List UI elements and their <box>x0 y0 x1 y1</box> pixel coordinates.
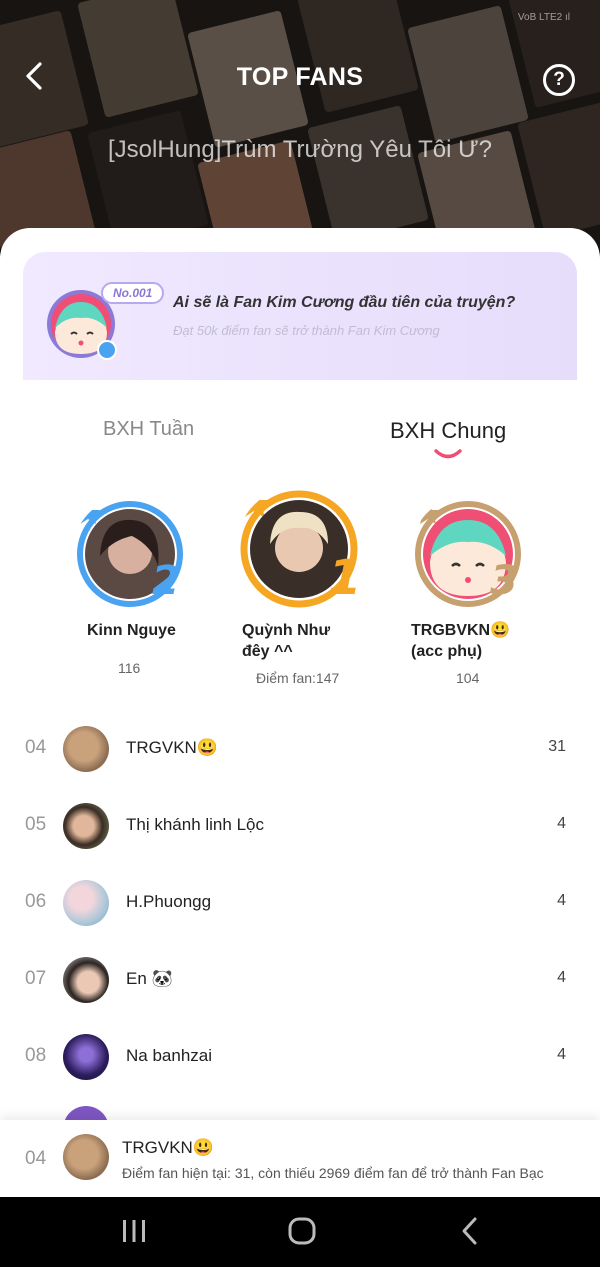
my-avatar <box>63 1134 109 1180</box>
list-item[interactable]: 08 Na banhzai 4 <box>0 1028 600 1088</box>
fan-name: Thị khánh linh Lộc <box>126 815 264 834</box>
podium-name-1-line2: đêy ^^ <box>242 643 293 660</box>
fan-name: TRGVKN😃 <box>126 738 219 757</box>
diamond-fan-banner[interactable]: No.001 Ai sẽ là Fan Kim Cương đầu tiên c… <box>23 252 577 380</box>
podium-score-1: Điểm fan:147 <box>256 670 340 686</box>
podium-name-3-line2: (acc phụ) <box>411 643 483 660</box>
rank-number: 06 <box>25 891 47 912</box>
my-progress-note: Điểm fan hiện tại: 31, còn thiếu 2969 đi… <box>122 1165 544 1181</box>
banner-headline: Ai sẽ là Fan Kim Cương đầu tiên của truy… <box>173 294 516 311</box>
my-rank-number: 04 <box>25 1148 47 1169</box>
back-nav-icon[interactable] <box>450 1213 490 1249</box>
leaderboard-sheet: No.001 Ai sẽ là Fan Kim Cương đầu tiên c… <box>0 228 600 1197</box>
rank-number: 07 <box>25 968 47 989</box>
page-title: TOP FANS <box>236 63 364 91</box>
fan-score: 4 <box>557 969 566 986</box>
list-item[interactable]: 06 H.Phuongg 4 <box>0 874 600 934</box>
list-item[interactable]: 07 En 🐼 4 <box>0 951 600 1011</box>
fan-score: 31 <box>548 738 566 755</box>
fan-score: 4 <box>557 1046 566 1063</box>
rank-number: 08 <box>25 1045 47 1066</box>
podium-score-3: 104 <box>456 670 480 686</box>
active-tab-indicator <box>434 449 462 459</box>
rank-2-badge: 2 <box>152 558 180 604</box>
home-icon[interactable] <box>282 1213 322 1249</box>
fan-score: 4 <box>557 815 566 832</box>
rank-number: 05 <box>25 814 47 835</box>
rank-1-badge: 1 <box>328 550 362 606</box>
fan-name: En 🐼 <box>126 969 173 988</box>
avatar <box>63 880 109 926</box>
rank-number: 04 <box>25 737 47 758</box>
my-rank-bar[interactable]: 04 TRGVKN😃 Điểm fan hiện tại: 31, còn th… <box>0 1120 600 1197</box>
podium-score-2: 116 <box>118 660 141 676</box>
system-nav-bar <box>0 1197 600 1267</box>
status-signal: VoB LTE2 ıl <box>517 12 570 23</box>
header-background <box>0 0 600 250</box>
list-item[interactable]: 04 TRGVKN😃 31 <box>0 720 600 780</box>
tab-weekly[interactable]: BXH Tuần <box>103 418 194 441</box>
banner-subline: Đạt 50k điểm fan sẽ trở thành Fan Kim Cư… <box>173 323 440 338</box>
avatar <box>63 957 109 1003</box>
rank-3-badge: 3 <box>490 558 518 604</box>
list-item[interactable]: 05 Thị khánh linh Lộc 4 <box>0 797 600 857</box>
no-001-tag: No.001 <box>101 282 165 304</box>
podium-name-2: Kinn Nguye <box>87 622 176 639</box>
story-title: [JsolHung]Trùm Trường Yêu Tôi Ư? <box>107 136 492 163</box>
fan-score: 4 <box>557 892 566 909</box>
my-name: TRGVKN😃 <box>122 1138 215 1157</box>
help-icon[interactable]: ? <box>543 64 575 96</box>
fan-name: H.Phuongg <box>126 892 212 911</box>
podium-name-1-line1: Quỳnh Như <box>242 622 331 639</box>
tab-overall[interactable]: BXH Chung <box>390 418 506 444</box>
avatar <box>63 1034 109 1080</box>
recent-apps-icon[interactable] <box>114 1213 154 1249</box>
fan-name: Na banhzai <box>126 1046 213 1065</box>
avatar <box>63 803 109 849</box>
avatar <box>63 726 109 772</box>
podium-name-3-line1: TRGBVKN😃 <box>411 622 511 639</box>
